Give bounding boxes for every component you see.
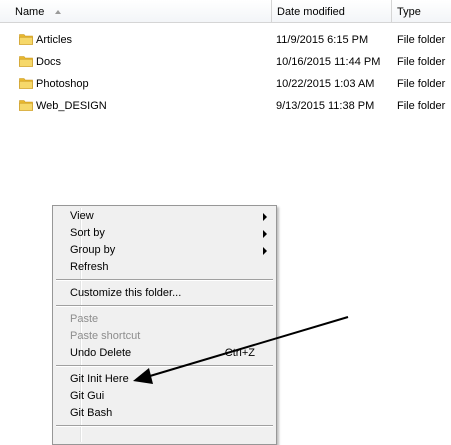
file-name: Articles [36, 29, 72, 51]
column-date-modified-label: Date modified [277, 6, 345, 18]
menu-item-paste-shortcut: Paste shortcut [56, 328, 273, 345]
menu-item-refresh-label: Refresh [70, 261, 109, 273]
menu-item-undo-delete-label: Undo Delete [70, 347, 131, 359]
column-date-modified-header[interactable]: Date modified [272, 0, 392, 22]
menu-item-git-init-here[interactable]: Git Init Here [56, 371, 273, 388]
menu-item-git-gui-label: Git Gui [70, 390, 104, 402]
column-name-header[interactable]: Name [10, 0, 272, 22]
file-type: File folder [397, 73, 445, 95]
context-menu: View Sort by Group by Refresh Customize … [52, 205, 277, 445]
menu-item-refresh[interactable]: Refresh [56, 259, 273, 276]
menu-separator [56, 425, 273, 427]
menu-item-paste-shortcut-label: Paste shortcut [70, 330, 140, 342]
menu-separator [56, 305, 273, 307]
menu-item-git-bash-label: Git Bash [70, 407, 112, 419]
column-header: Name Date modified Type [0, 0, 451, 23]
file-row[interactable]: Photoshop 10/22/2015 1:03 AM File folder [0, 73, 451, 95]
menu-separator [56, 279, 273, 281]
menu-item-undo-delete-shortcut: Ctrl+Z [225, 345, 255, 362]
menu-item-paste: Paste [56, 311, 273, 328]
file-name: Photoshop [36, 73, 89, 95]
menu-item-git-gui[interactable]: Git Gui [56, 388, 273, 405]
file-type: File folder [397, 95, 445, 117]
file-list: Articles 11/9/2015 6:15 PM File folder D… [0, 29, 451, 117]
file-row[interactable]: Articles 11/9/2015 6:15 PM File folder [0, 29, 451, 51]
column-name-label: Name [15, 6, 44, 18]
menu-item-sort-by[interactable]: Sort by [56, 225, 273, 242]
menu-item-paste-label: Paste [70, 313, 98, 325]
file-date-modified: 11/9/2015 6:15 PM [276, 29, 368, 51]
menu-item-undo-delete[interactable]: Undo Delete Ctrl+Z [56, 345, 273, 362]
column-type-label: Type [397, 6, 421, 18]
menu-item-customize-folder-label: Customize this folder... [70, 287, 181, 299]
submenu-arrow-icon [263, 247, 267, 255]
file-date-modified: 10/16/2015 11:44 PM [276, 51, 380, 73]
menu-item-customize-folder[interactable]: Customize this folder... [56, 285, 273, 302]
column-type-header[interactable]: Type [392, 0, 451, 22]
submenu-arrow-icon [263, 230, 267, 238]
menu-item-view-label: View [70, 210, 94, 222]
submenu-arrow-icon [263, 213, 267, 221]
menu-item-sort-by-label: Sort by [70, 227, 105, 239]
file-name: Docs [36, 51, 61, 73]
file-type: File folder [397, 29, 445, 51]
menu-separator [56, 365, 273, 367]
file-date-modified: 9/13/2015 11:38 PM [276, 95, 374, 117]
menu-item-group-by[interactable]: Group by [56, 242, 273, 259]
sort-ascending-icon [55, 10, 61, 14]
menu-item-git-bash[interactable]: Git Bash [56, 405, 273, 422]
menu-item-group-by-label: Group by [70, 244, 115, 256]
menu-item-git-init-here-label: Git Init Here [70, 373, 129, 385]
file-type: File folder [397, 51, 445, 73]
file-row[interactable]: Web_DESIGN 9/13/2015 11:38 PM File folde… [0, 95, 451, 117]
menu-item-view[interactable]: View [56, 208, 273, 225]
file-row[interactable]: Docs 10/16/2015 11:44 PM File folder [0, 51, 451, 73]
file-date-modified: 10/22/2015 1:03 AM [276, 73, 374, 95]
file-name: Web_DESIGN [36, 95, 107, 117]
